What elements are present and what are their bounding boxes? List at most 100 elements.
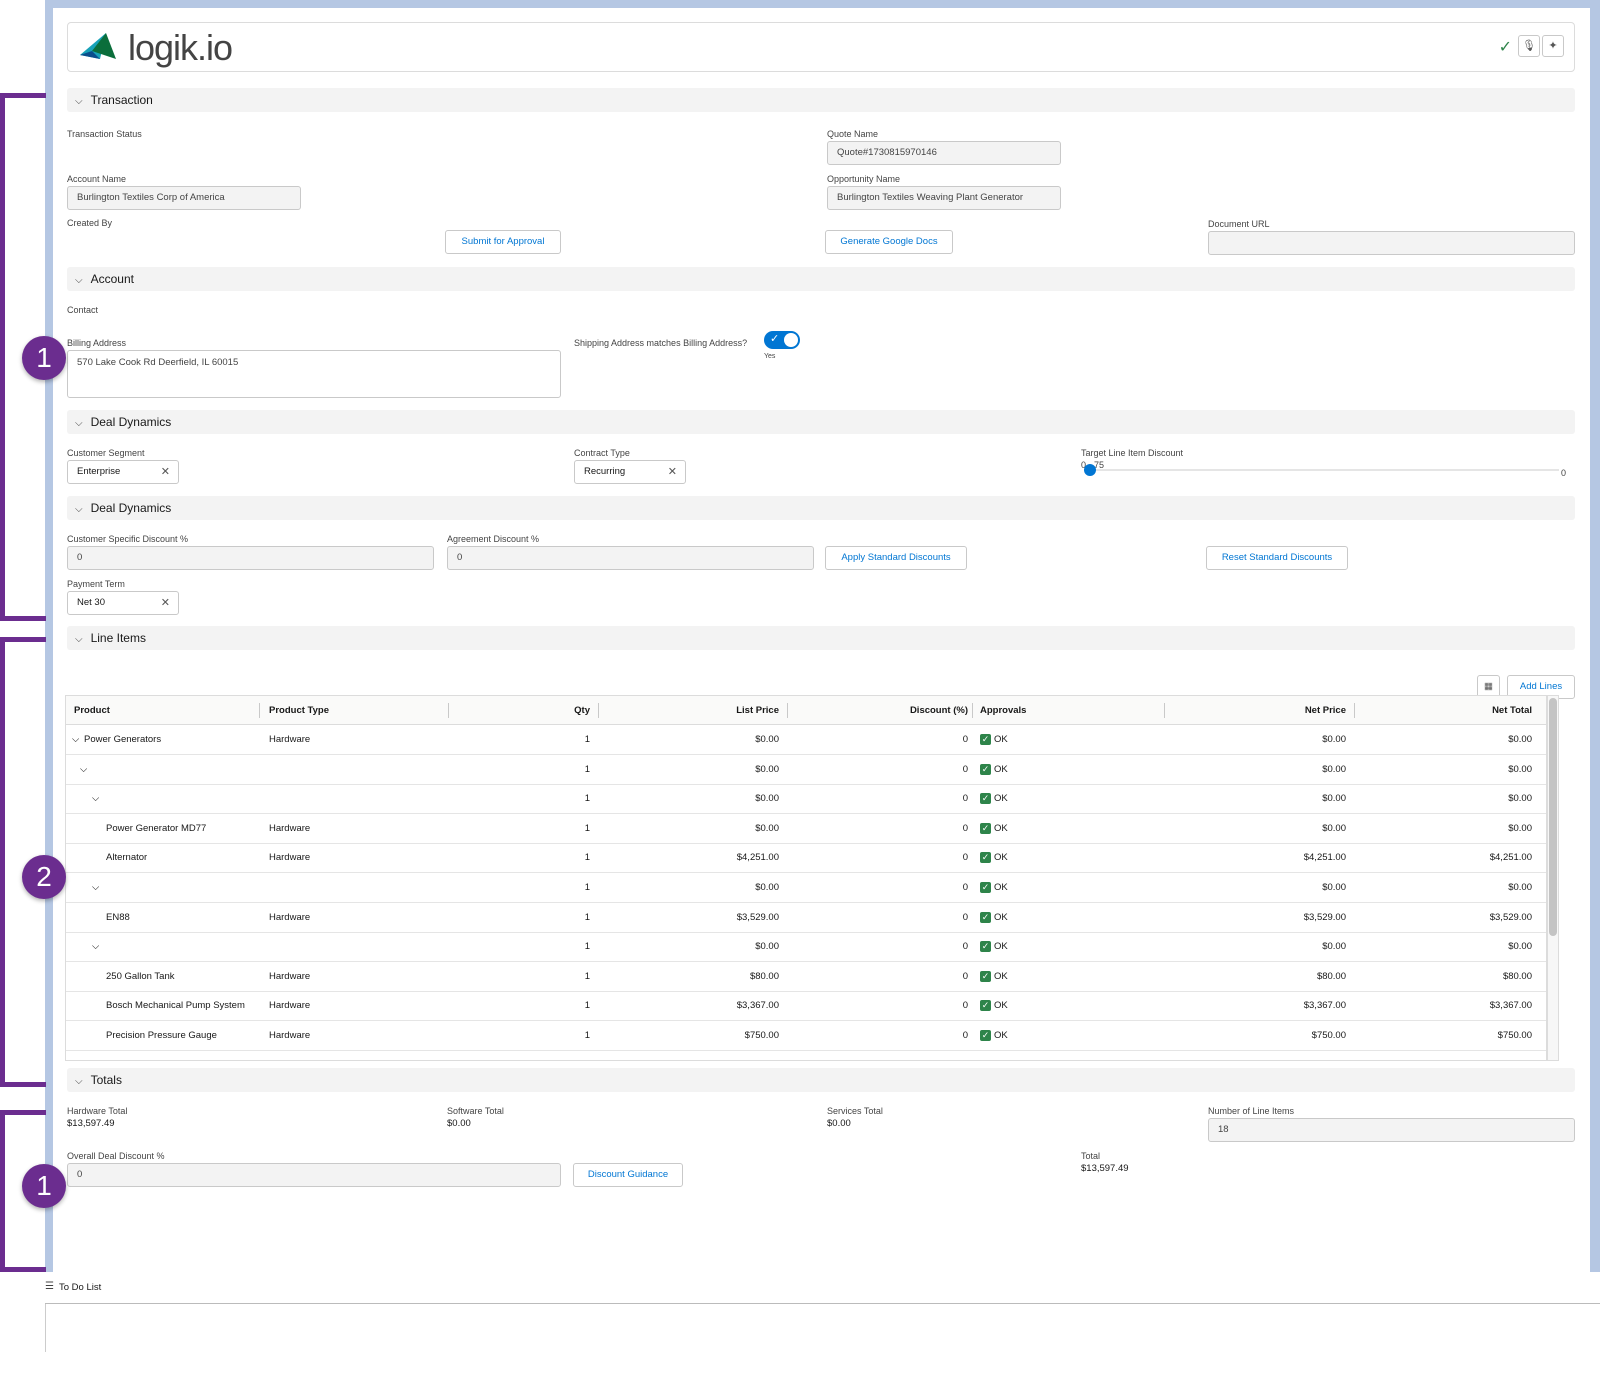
customer-segment-select[interactable]: Enterprise ✕ [67, 460, 179, 484]
discount-cell[interactable]: 0 [795, 962, 968, 992]
col-net-price[interactable]: Net Price [1172, 696, 1346, 726]
qty-cell[interactable]: 1 [456, 755, 590, 785]
column-divider[interactable] [1164, 703, 1165, 718]
line-item-count-field[interactable]: 18 [1208, 1118, 1575, 1142]
col-list-price[interactable]: List Price [606, 696, 779, 726]
net-total-cell[interactable]: $3,367.00 [1362, 991, 1532, 1021]
net-total-cell[interactable]: $1,445.00 [1362, 1051, 1532, 1061]
sparkle-icon[interactable]: ✦ [1542, 35, 1564, 57]
net-price-cell[interactable]: $0.00 [1172, 814, 1346, 844]
qty-cell[interactable]: 1 [456, 1051, 590, 1061]
list-price-cell[interactable]: $1,445.00 [606, 1051, 779, 1061]
generate-google-docs-button[interactable]: Generate Google Docs [825, 230, 953, 254]
column-divider[interactable] [787, 703, 788, 718]
net-price-cell[interactable]: $0.00 [1172, 725, 1346, 755]
section-deal-dynamics-discounts[interactable]: ⌵ Deal Dynamics [67, 496, 1575, 520]
net-price-cell[interactable]: $0.00 [1172, 932, 1346, 962]
chevron-down-icon[interactable]: ⌵ [92, 784, 99, 814]
billing-address-field[interactable]: 570 Lake Cook Rd Deerfield, IL 60015 [67, 350, 561, 398]
table-row[interactable]: ⌵ 1 $0.00 0 ✓ OK $0.00 $0.00 [66, 784, 1546, 815]
list-price-cell[interactable]: $0.00 [606, 755, 779, 785]
product-type-cell[interactable]: Hardware [269, 991, 310, 1021]
col-discount[interactable]: Discount (%) [795, 696, 968, 726]
list-price-cell[interactable]: $750.00 [606, 1021, 779, 1051]
agreement-discount-field[interactable]: 0 [447, 546, 814, 570]
discount-cell[interactable]: 0 [795, 814, 968, 844]
table-row[interactable]: Bosch Mechanical Pump System Hardware 1 $3,… [66, 991, 1546, 1022]
chevron-down-icon[interactable]: ⌵ [92, 932, 99, 962]
net-price-cell[interactable]: $3,367.00 [1172, 991, 1346, 1021]
account-name-field[interactable]: Burlington Textiles Corp of America [67, 186, 301, 210]
qty-cell[interactable]: 1 [456, 932, 590, 962]
list-price-cell[interactable]: $4,251.00 [606, 843, 779, 873]
discount-cell[interactable]: 0 [795, 784, 968, 814]
qty-cell[interactable]: 1 [456, 814, 590, 844]
list-price-cell[interactable]: $3,367.00 [606, 991, 779, 1021]
section-line-items[interactable]: ⌵ Line Items [67, 626, 1575, 650]
table-row[interactable]: EN88 Hardware 1 $3,529.00 0 ✓ OK $3,529.00 $3,52… [66, 903, 1546, 933]
column-divider[interactable] [448, 703, 449, 718]
table-row[interactable]: ⌵ Power Generators Hardware 1 $0.00 0 ✓ OK $0.00… [66, 725, 1546, 755]
list-price-cell[interactable]: $0.00 [606, 932, 779, 962]
product-cell[interactable]: Glass Flow Element Fuel Filter [106, 1051, 235, 1061]
list-price-cell[interactable]: $0.00 [606, 725, 779, 755]
section-totals[interactable]: ⌵ Totals [67, 1068, 1575, 1092]
table-scrollbar-thumb[interactable] [1549, 698, 1557, 936]
clear-icon[interactable]: ✕ [161, 461, 170, 483]
section-transaction[interactable]: ⌵ Transaction [67, 88, 1575, 112]
quote-name-field[interactable]: Quote#1730815970146 [827, 141, 1061, 165]
product-type-cell[interactable]: Hardware [269, 843, 310, 873]
col-qty[interactable]: Qty [456, 696, 590, 726]
product-cell[interactable]: Bosch Mechanical Pump System [106, 991, 245, 1021]
net-total-cell[interactable]: $80.00 [1362, 962, 1532, 992]
net-total-cell[interactable]: $0.00 [1362, 932, 1532, 962]
net-total-cell[interactable]: $0.00 [1362, 755, 1532, 785]
qty-cell[interactable]: 1 [456, 962, 590, 992]
col-product[interactable]: Product [74, 696, 110, 726]
col-approvals[interactable]: Approvals [980, 696, 1026, 726]
shipping-match-toggle[interactable]: ✓ [764, 331, 800, 349]
clear-icon[interactable]: ✕ [161, 592, 170, 614]
product-type-cell[interactable]: Hardware [269, 725, 310, 755]
table-row[interactable]: Precision Pressure Gauge Hardware 1 $750.00… [66, 1021, 1546, 1051]
chevron-down-icon[interactable]: ⌵ [92, 873, 99, 903]
net-total-cell[interactable]: $4,251.00 [1362, 843, 1532, 873]
product-cell[interactable]: Precision Pressure Gauge [106, 1021, 217, 1051]
qty-cell[interactable]: 1 [456, 784, 590, 814]
target-discount-slider-thumb[interactable] [1084, 464, 1096, 476]
net-price-cell[interactable]: $4,251.00 [1172, 843, 1346, 873]
net-price-cell[interactable]: $750.00 [1172, 1021, 1346, 1051]
net-total-cell[interactable]: $3,529.00 [1362, 903, 1532, 933]
product-type-cell[interactable]: Hardware [269, 1021, 310, 1051]
column-divider[interactable] [972, 703, 973, 718]
table-row[interactable]: Alternator Hardware 1 $4,251.00 0 ✓ OK $4,251.0… [66, 843, 1546, 874]
product-type-cell[interactable]: Hardware [269, 1051, 310, 1061]
discount-cell[interactable]: 0 [795, 873, 968, 903]
col-product-type[interactable]: Product Type [269, 696, 329, 726]
chevron-down-icon[interactable]: ⌵ [80, 755, 87, 785]
qty-cell[interactable]: 1 [456, 725, 590, 755]
table-row[interactable]: Power Generator MD77 Hardware 1 $0.00 0 ✓ OK $0… [66, 814, 1546, 844]
net-price-cell[interactable]: $3,529.00 [1172, 903, 1346, 933]
discount-cell[interactable]: 0 [795, 843, 968, 873]
product-cell[interactable]: EN88 [106, 903, 130, 933]
net-price-cell[interactable]: $80.00 [1172, 962, 1346, 992]
product-cell[interactable]: Power Generators [84, 725, 161, 755]
product-cell[interactable]: Alternator [106, 843, 147, 873]
table-row[interactable]: ⌵ 1 $0.00 0 ✓ OK $0.00 $0.00 [66, 755, 1546, 785]
overall-discount-field[interactable]: 0 [67, 1163, 561, 1187]
product-cell[interactable]: 250 Gallon Tank [106, 962, 175, 992]
discount-guidance-button[interactable]: Discount Guidance [573, 1163, 683, 1187]
discount-cell[interactable]: 0 [795, 725, 968, 755]
qty-cell[interactable]: 1 [456, 843, 590, 873]
customer-discount-field[interactable]: 0 [67, 546, 434, 570]
section-account[interactable]: ⌵ Account [67, 267, 1575, 291]
list-price-cell[interactable]: $80.00 [606, 962, 779, 992]
net-price-cell[interactable]: $0.00 [1172, 873, 1346, 903]
table-row[interactable]: ⌵ 1 $0.00 0 ✓ OK $0.00 $0.00 [66, 873, 1546, 903]
discount-cell[interactable]: 0 [795, 755, 968, 785]
net-price-cell[interactable]: $0.00 [1172, 784, 1346, 814]
table-row[interactable]: ⌵ 1 $0.00 0 ✓ OK $0.00 $0.00 [66, 932, 1546, 963]
list-price-cell[interactable]: $0.00 [606, 784, 779, 814]
apply-standard-discounts-button[interactable]: Apply Standard Discounts [825, 546, 967, 570]
